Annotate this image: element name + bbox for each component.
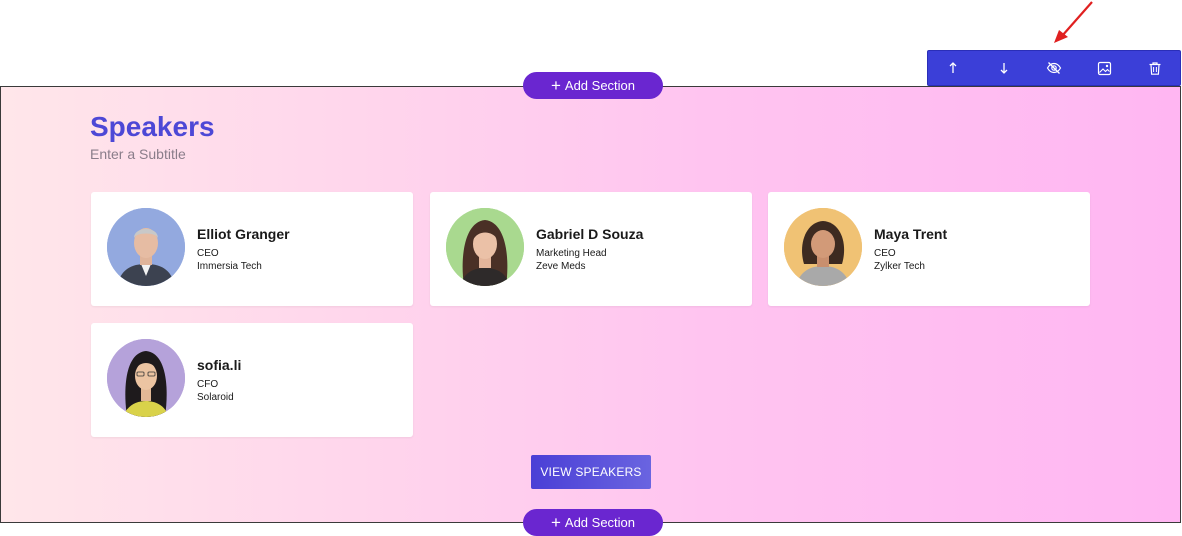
speaker-company: Solaroid <box>197 392 234 403</box>
plus-icon: + <box>550 512 561 532</box>
speaker-name: sofia.li <box>197 357 242 373</box>
delete-section-button[interactable] <box>1143 56 1167 80</box>
speaker-company: Immersia Tech <box>197 261 262 272</box>
background-image-button[interactable] <box>1092 56 1116 80</box>
move-down-button[interactable] <box>992 56 1016 80</box>
speaker-role: CEO <box>197 248 219 259</box>
avatar <box>446 208 524 286</box>
speaker-name: Elliot Granger <box>197 226 290 242</box>
section-title[interactable]: Speakers <box>90 111 215 143</box>
speaker-role: CFO <box>197 379 219 390</box>
person-photo-icon <box>107 208 185 286</box>
move-up-button[interactable] <box>941 56 965 80</box>
add-section-top-button[interactable]: + Add Section <box>523 72 663 99</box>
add-section-bottom-button[interactable]: + Add Section <box>523 509 663 536</box>
speaker-role: Marketing Head <box>536 248 607 259</box>
person-photo-icon <box>446 208 524 286</box>
page-canvas: Speakers Enter a Subtitle Elliot Granger… <box>0 0 1182 536</box>
avatar <box>107 339 185 417</box>
speaker-name: Gabriel D Souza <box>536 226 644 242</box>
trash-icon <box>1149 61 1161 75</box>
speaker-card[interactable]: Maya Trent CEO Zylker Tech <box>768 192 1090 306</box>
speaker-company: Zeve Meds <box>536 261 586 272</box>
add-section-label: Add Section <box>564 515 636 530</box>
speaker-card[interactable]: Elliot Granger CEO Immersia Tech <box>91 192 413 306</box>
hide-section-button[interactable] <box>1042 56 1066 80</box>
view-speakers-button[interactable]: VIEW SPEAKERS <box>531 455 651 489</box>
section-toolbar <box>927 50 1181 86</box>
add-section-label: Add Section <box>564 78 636 93</box>
eye-off-icon <box>1046 62 1062 74</box>
speaker-role: CEO <box>874 248 896 259</box>
arrow-up-icon <box>949 62 957 73</box>
avatar <box>107 208 185 286</box>
person-photo-icon <box>107 339 185 417</box>
section-subtitle[interactable]: Enter a Subtitle <box>90 146 186 162</box>
annotation-arrow-icon <box>1054 1 1093 43</box>
person-photo-icon <box>784 208 862 286</box>
arrow-down-icon <box>1000 63 1008 74</box>
speaker-card[interactable]: sofia.li CFO Solaroid <box>91 323 413 437</box>
avatar <box>784 208 862 286</box>
image-icon <box>1097 61 1111 75</box>
speaker-card[interactable]: Gabriel D Souza Marketing Head Zeve Meds <box>430 192 752 306</box>
plus-icon: + <box>550 75 561 95</box>
speaker-company: Zylker Tech <box>874 261 925 272</box>
speaker-name: Maya Trent <box>874 226 948 242</box>
